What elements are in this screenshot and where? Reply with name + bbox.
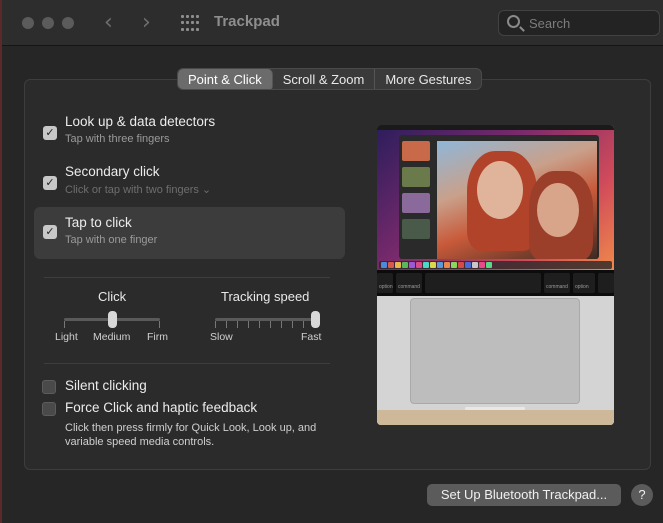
divider: [44, 363, 330, 364]
preview-dock: [379, 261, 612, 269]
tracking-speed-label: Tracking speed: [221, 289, 310, 304]
minimize-window-button[interactable]: [42, 17, 54, 29]
preview-photo: [437, 141, 597, 259]
preferences-window: ‹ › Trackpad Search Point & Click Scroll…: [0, 0, 663, 523]
title-bar: ‹ › Trackpad Search: [2, 0, 663, 46]
preview-notch: [465, 407, 525, 410]
preview-keyboard: option command command option: [377, 270, 614, 296]
show-all-grid-icon[interactable]: [181, 15, 199, 32]
scale-label-fast: Fast: [301, 331, 322, 343]
gesture-preview-image: option command command option: [377, 125, 614, 425]
option-subtitle: Tap with one finger: [65, 234, 158, 246]
scale-label-firm: Firm: [147, 331, 168, 343]
force-click-checkbox[interactable]: [42, 402, 56, 416]
preview-table: [377, 410, 614, 425]
thumbnail: [402, 219, 430, 239]
secondary-click-popup[interactable]: Click or tap with two fingers ⌄: [65, 183, 211, 196]
tick: [248, 321, 249, 328]
search-field[interactable]: Search: [498, 10, 660, 36]
help-button[interactable]: ?: [631, 484, 653, 506]
photo-detail: [477, 161, 523, 219]
secondary-click-checkbox[interactable]: ✓: [43, 176, 57, 190]
option-subtitle: Tap with three fingers: [65, 133, 170, 145]
option-look-up[interactable]: ✓ Look up & data detectors Tap with thre…: [34, 108, 345, 160]
thumbnail: [402, 193, 430, 213]
close-window-button[interactable]: [22, 17, 34, 29]
force-click-label: Force Click and haptic feedback: [65, 400, 258, 415]
tick: [237, 321, 238, 328]
key-option: option: [377, 273, 393, 293]
preview-menubar: [377, 125, 614, 130]
tab-more-gestures[interactable]: More Gestures: [375, 69, 481, 89]
divider: [44, 277, 330, 278]
scale-label-slow: Slow: [210, 331, 233, 343]
search-icon: [507, 15, 520, 28]
tab-scroll-and-zoom[interactable]: Scroll & Zoom: [273, 69, 376, 89]
preview-trackpad: [410, 298, 580, 404]
forward-arrow-icon[interactable]: ›: [142, 10, 151, 35]
key-arrow: [598, 273, 614, 293]
tick: [259, 321, 260, 328]
option-tap-to-click[interactable]: ✓ Tap to click Tap with one finger: [34, 207, 345, 259]
thumbnail: [402, 167, 430, 187]
key-option: option: [573, 273, 595, 293]
tap-to-click-checkbox[interactable]: ✓: [43, 225, 57, 239]
click-slider-label: Click: [98, 289, 127, 304]
tab-bar: Point & Click Scroll & Zoom More Gesture…: [177, 68, 483, 90]
tick: [292, 321, 293, 328]
preview-photos-window: [399, 135, 599, 259]
setup-bluetooth-trackpad-button[interactable]: Set Up Bluetooth Trackpad...: [427, 484, 621, 506]
scale-label-light: Light: [55, 331, 78, 343]
option-title: Tap to click: [65, 215, 132, 230]
preview-screen: [377, 125, 614, 270]
scale-label-medium: Medium: [93, 331, 131, 343]
tick: [303, 321, 304, 328]
silent-clicking-checkbox[interactable]: [42, 380, 56, 394]
tick: [159, 321, 160, 328]
tick: [226, 321, 227, 328]
option-secondary-click[interactable]: ✓ Secondary click Click or tap with two …: [34, 158, 345, 210]
silent-clicking-label: Silent clicking: [65, 378, 147, 393]
tick: [215, 321, 216, 328]
key-command: command: [396, 273, 422, 293]
option-title: Secondary click: [65, 164, 160, 179]
tick: [270, 321, 271, 328]
preview-thumbnails: [402, 141, 432, 256]
tick: [281, 321, 282, 328]
look-up-checkbox[interactable]: ✓: [43, 126, 57, 140]
force-click-description: Click then press firmly for Quick Look, …: [65, 422, 317, 448]
zoom-window-button[interactable]: [62, 17, 74, 29]
tracking-speed-track[interactable]: [215, 318, 317, 321]
thumbnail: [402, 141, 430, 161]
key-command: command: [544, 273, 570, 293]
option-title: Look up & data detectors: [65, 114, 216, 129]
click-slider-knob[interactable]: [108, 311, 117, 328]
tick: [64, 321, 65, 328]
window-title: Trackpad: [214, 13, 280, 30]
search-placeholder: Search: [529, 16, 571, 31]
tracking-speed-knob[interactable]: [311, 311, 320, 328]
tab-point-and-click[interactable]: Point & Click: [178, 69, 273, 89]
back-arrow-icon[interactable]: ‹: [104, 10, 113, 35]
photo-detail: [537, 183, 579, 237]
key-space: [425, 273, 541, 293]
